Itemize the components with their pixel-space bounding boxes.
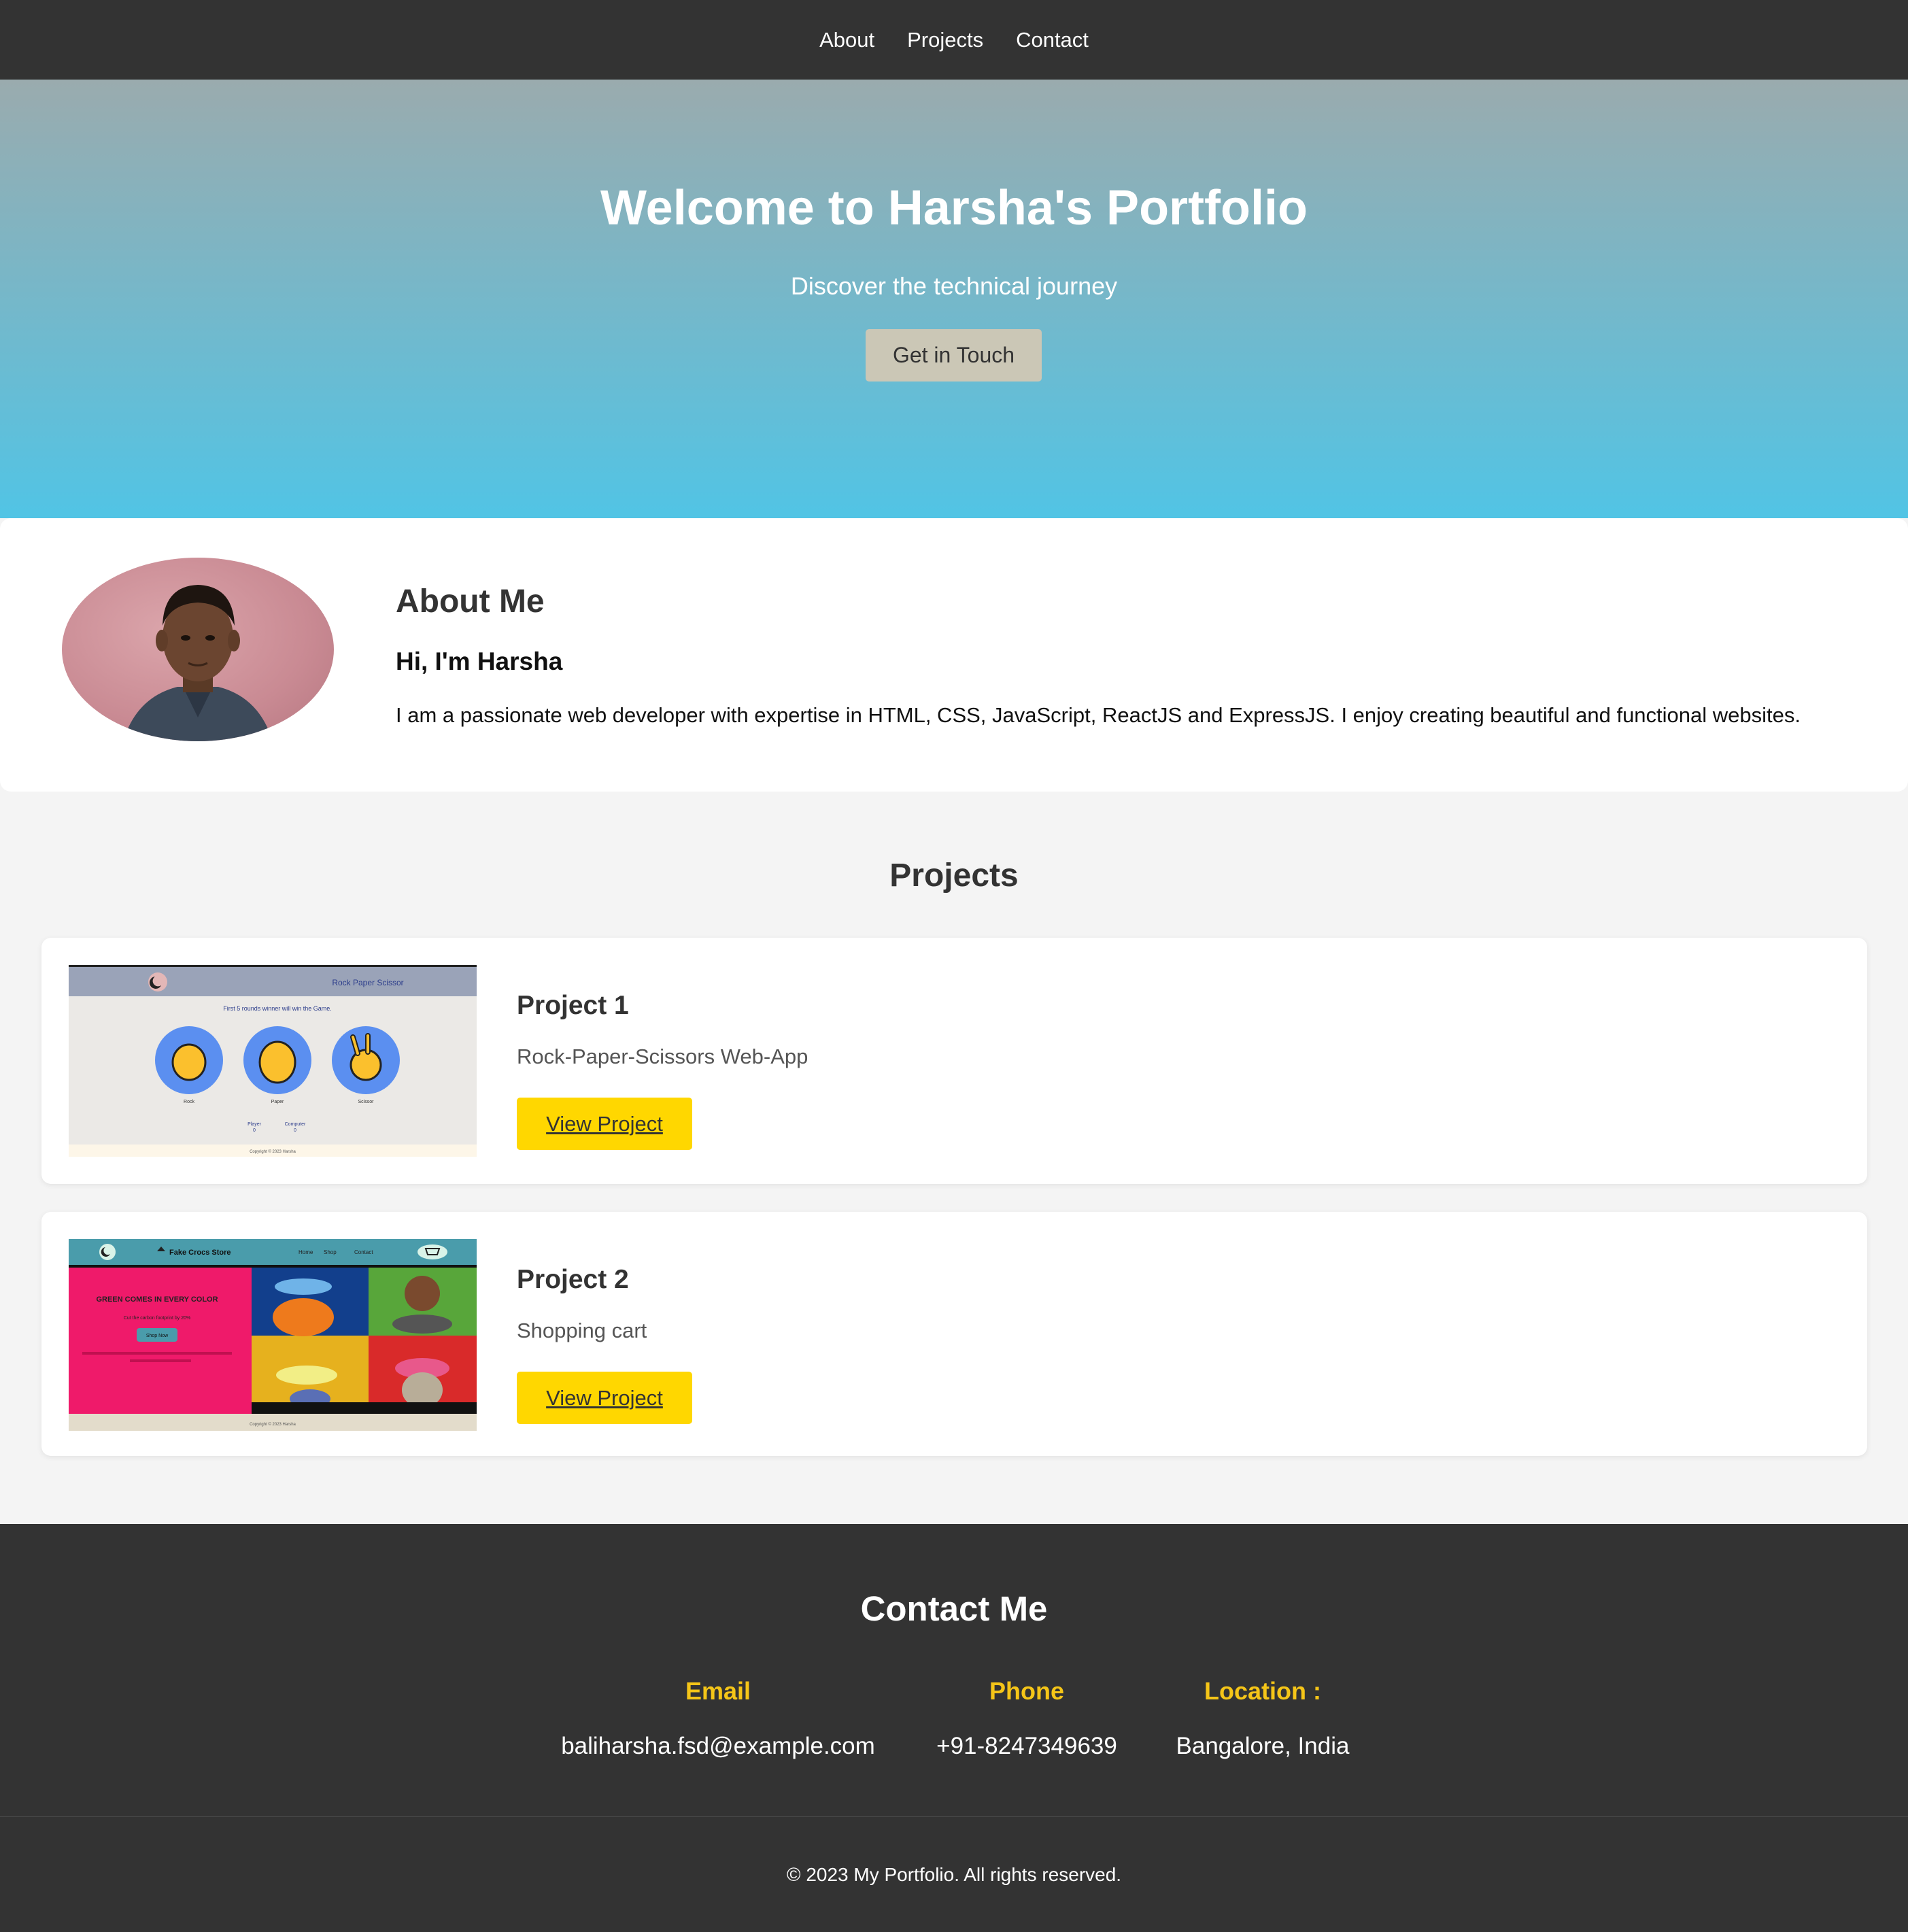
about-section: About Me Hi, I'm Harsha I am a passionat… (0, 518, 1908, 792)
avatar (62, 558, 334, 741)
project-2-title: Project 2 (517, 1265, 629, 1294)
rps-app-preview: Rock Paper Scissor First 5 rounds winner… (69, 965, 477, 1157)
hero-subtitle: Discover the technical journey (790, 272, 1118, 300)
nav-link-about[interactable]: About (819, 28, 874, 52)
get-in-touch-button[interactable]: Get in Touch (866, 329, 1042, 382)
shop-store-name: Fake Crocs Store (169, 1249, 231, 1257)
contact-section: Contact Me Email baliharsha.fsd@example.… (0, 1524, 1908, 1816)
rps-title: Rock Paper Scissor (332, 978, 403, 987)
location-value: Bangalore, India (1176, 1733, 1350, 1759)
project-1-thumbnail[interactable]: Rock Paper Scissor First 5 rounds winner… (69, 965, 477, 1157)
svg-text:Copyright © 2023 Harsha: Copyright © 2023 Harsha (250, 1422, 296, 1427)
location-label: Location : (1204, 1677, 1321, 1705)
project-1-description: Rock-Paper-Scissors Web-App (517, 1045, 808, 1068)
svg-text:Rock: Rock (184, 1100, 194, 1104)
contact-email: Email baliharsha.fsd@example.com (548, 1677, 888, 1760)
project-1-title: Project 1 (517, 991, 629, 1020)
svg-text:Contact: Contact (354, 1249, 373, 1255)
svg-text:Computer: Computer (285, 1122, 306, 1127)
about-heading: About Me (396, 583, 545, 620)
about-bio: I am a passionate web developer with exp… (396, 703, 1801, 727)
svg-text:Copyright © 2023 Harsha: Copyright © 2023 Harsha (250, 1149, 296, 1154)
svg-text:Cut the carbon footprint by 20: Cut the carbon footprint by 20% (124, 1316, 190, 1321)
nav-link-contact[interactable]: Contact (1016, 28, 1089, 52)
hero-section: Welcome to Harsha's Portfolio Discover t… (0, 80, 1908, 518)
svg-text:Shop: Shop (324, 1249, 337, 1255)
email-value[interactable]: baliharsha.fsd@example.com (548, 1733, 888, 1760)
phone-label: Phone (989, 1677, 1064, 1705)
hero-title: Welcome to Harsha's Portfolio (600, 181, 1308, 235)
project-2-description: Shopping cart (517, 1319, 647, 1342)
nav-link-projects[interactable]: Projects (907, 28, 983, 52)
projects-heading: Projects (889, 858, 1019, 894)
svg-text:0: 0 (253, 1128, 256, 1133)
svg-text:Player: Player (248, 1122, 262, 1127)
profile-photo (123, 585, 273, 741)
view-project-1-button[interactable]: View Project (517, 1098, 692, 1150)
project-card-1: Rock Paper Scissor First 5 rounds winner… (41, 938, 1867, 1184)
contact-phone: Phone +91-8247349639 (925, 1677, 1129, 1760)
phone-value[interactable]: +91-8247349639 (925, 1733, 1129, 1760)
copyright-text: © 2023 My Portfolio. All rights reserved… (786, 1863, 1122, 1885)
svg-text:Paper: Paper (271, 1100, 284, 1104)
rps-instruction: First 5 rounds winner will win the Game. (223, 1005, 332, 1012)
svg-text:GREEN COMES IN EVERY COLOR: GREEN COMES IN EVERY COLOR (96, 1295, 218, 1304)
svg-text:Scissor: Scissor (358, 1100, 375, 1104)
project-card-2: Fake Crocs Store Home Shop Contact GREEN… (41, 1212, 1867, 1456)
email-label: Email (685, 1677, 751, 1705)
svg-text:Home: Home (299, 1249, 313, 1255)
svg-text:0: 0 (294, 1128, 296, 1133)
site-footer: © 2023 My Portfolio. All rights reserved… (0, 1816, 1908, 1932)
shop-app-preview: Fake Crocs Store Home Shop Contact GREEN… (69, 1239, 477, 1431)
project-2-thumbnail[interactable]: Fake Crocs Store Home Shop Contact GREEN… (69, 1239, 477, 1431)
svg-text:Shop Now: Shop Now (146, 1334, 169, 1338)
contact-heading: Contact Me (860, 1589, 1048, 1628)
top-nav: About Projects Contact (0, 0, 1908, 80)
view-project-2-button[interactable]: View Project (517, 1372, 692, 1424)
contact-location: Location : Bangalore, India (1161, 1677, 1365, 1760)
about-greeting: Hi, I'm Harsha (396, 647, 563, 675)
